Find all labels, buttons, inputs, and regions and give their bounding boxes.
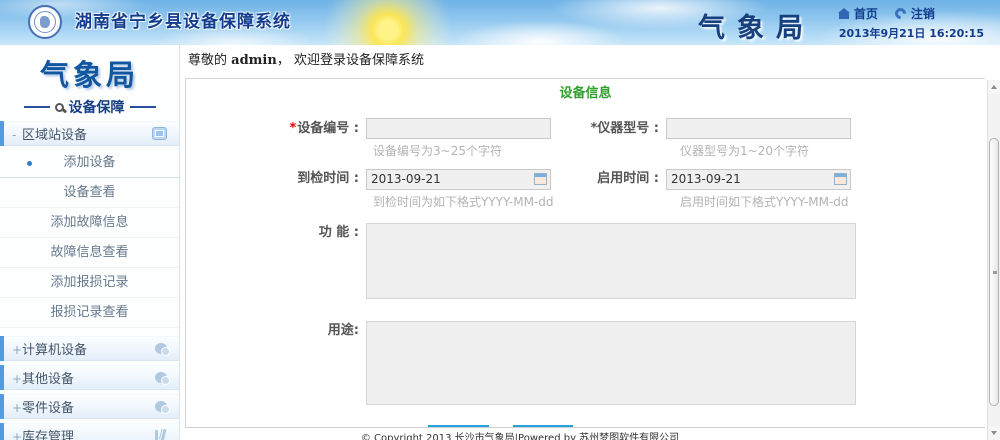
device-info-panel: 设备信息 *设备编号 : *仪器型号 : 设备编号为3~25个字符 仪器型号为1… [185, 78, 985, 427]
copyright-text: © Copyright 2013 长沙市气象局|Powered by 苏州梦图软… [361, 429, 679, 440]
welcome-suffix: ， 欢迎登录设备保障系统 [277, 53, 424, 68]
home-icon [839, 13, 849, 19]
instrument-model-hint: 仪器型号为1~20个字符 [678, 142, 809, 159]
calendar-icon[interactable] [834, 173, 847, 185]
sidebar-section-inventory[interactable]: +库存管理 [0, 423, 179, 440]
page: 湖南省宁乡县设备保障系统 气象局 首页 注销 2013年9月21日 16:20:… [0, 0, 1000, 440]
divider [24, 106, 50, 108]
scroll-up-arrow[interactable] [988, 80, 1000, 94]
panel-icon [152, 127, 167, 140]
sidebar-section-label: 零件设备 [22, 401, 74, 416]
logout-icon [893, 6, 909, 22]
calendar-icon[interactable] [534, 173, 547, 185]
bureau-logo-icon [28, 5, 62, 39]
instrument-model-label: *仪器型号 : [551, 119, 666, 139]
sidebar-section-regional-station[interactable]: -区域站设备 [0, 121, 179, 146]
expand-marker: + [12, 396, 22, 420]
instrument-model-input[interactable] [666, 118, 851, 139]
logout-link[interactable]: 注销 [911, 5, 935, 22]
function-label: 功 能 : [186, 223, 366, 243]
sidebar-section-parts[interactable]: +零件设备 [0, 394, 179, 419]
enable-date-hint: 启用时间如下格式YYYY-MM-dd [678, 193, 849, 210]
sidebar-subbrand-label: 设备保障 [69, 97, 125, 117]
usage-label: 用途: [186, 321, 366, 341]
welcome-username: admin [231, 53, 277, 68]
sidebar-section-label: 其他设备 [22, 372, 74, 387]
sidebar-item-view-device[interactable]: 设备查看 [0, 178, 179, 208]
divider [130, 106, 156, 108]
sidebar-item-add-damage[interactable]: 添加报损记录 [0, 268, 179, 298]
app-header: 湖南省宁乡县设备保障系统 气象局 首页 注销 2013年9月21日 16:20:… [0, 0, 1000, 45]
required-mark: * [289, 121, 296, 136]
top-nav: 首页 注销 2013年9月21日 16:20:15 [839, 5, 984, 41]
scroll-down-arrow[interactable] [988, 426, 1000, 440]
sidebar-submenu: 添加设备 设备查看 添加故障信息 故障信息查看 添加报损记录 报损记录查看 [0, 146, 179, 332]
device-no-hint: 设备编号为3~25个字符 [371, 142, 678, 159]
sidebar-item-view-damage[interactable]: 报损记录查看 [0, 298, 179, 328]
chat-icon [155, 401, 167, 412]
welcome-message: 尊敬的 admin， 欢迎登录设备保障系统 [180, 45, 1000, 78]
expand-marker: - [12, 123, 22, 147]
sidebar-section-label: 计算机设备 [22, 343, 87, 358]
scrollbar-thumb[interactable] [989, 138, 999, 406]
sidebar: 气象局 设备保障 -区域站设备 添加设备 设备查看 添加故障信息 故障信息查看 … [0, 45, 180, 440]
expand-marker: + [12, 367, 22, 391]
vertical-scrollbar[interactable] [987, 80, 1000, 440]
sidebar-section-label: 区域站设备 [22, 128, 87, 143]
enable-date-label: 启用时间 : [551, 169, 666, 189]
welcome-prefix: 尊敬的 [188, 53, 231, 68]
sidebar-item-view-fault[interactable]: 故障信息查看 [0, 238, 179, 268]
main-content: 尊敬的 admin， 欢迎登录设备保障系统 设备信息 *设备编号 : *仪器型号… [180, 45, 1000, 440]
enable-date-input[interactable] [666, 169, 851, 190]
current-datetime: 2013年9月21日 16:20:15 [839, 25, 984, 41]
system-title: 湖南省宁乡县设备保障系统 [75, 0, 291, 44]
function-textarea[interactable] [366, 223, 856, 299]
expand-marker: + [12, 338, 22, 362]
inspection-date-hint: 到检时间为如下格式YYYY-MM-dd [371, 193, 678, 210]
device-no-label: *设备编号 : [186, 119, 366, 139]
sidebar-section-computer[interactable]: +计算机设备 [0, 336, 179, 361]
search-icon [55, 103, 64, 112]
chat-icon [155, 343, 167, 354]
inspection-date-input[interactable] [366, 169, 551, 190]
sidebar-section-label: 库存管理 [22, 430, 74, 440]
usage-textarea[interactable] [366, 321, 856, 405]
chat-icon [155, 372, 167, 383]
bureau-title: 气象局 [698, 6, 815, 45]
sidebar-item-add-fault[interactable]: 添加故障信息 [0, 208, 179, 238]
inspection-date-label: 到检时间 : [186, 169, 366, 189]
sidebar-subbrand: 设备保障 [0, 97, 179, 117]
expand-marker: + [12, 425, 22, 440]
footer: © Copyright 2013 长沙市气象局|Powered by 苏州梦图软… [185, 427, 985, 440]
home-link[interactable]: 首页 [854, 5, 878, 22]
sidebar-brand: 气象局 [0, 52, 179, 94]
tools-icon [154, 429, 166, 440]
device-no-input[interactable] [366, 118, 551, 139]
form-title: 设备信息 [186, 82, 985, 101]
sidebar-section-other[interactable]: +其他设备 [0, 365, 179, 390]
sidebar-item-add-device[interactable]: 添加设备 [0, 148, 179, 178]
